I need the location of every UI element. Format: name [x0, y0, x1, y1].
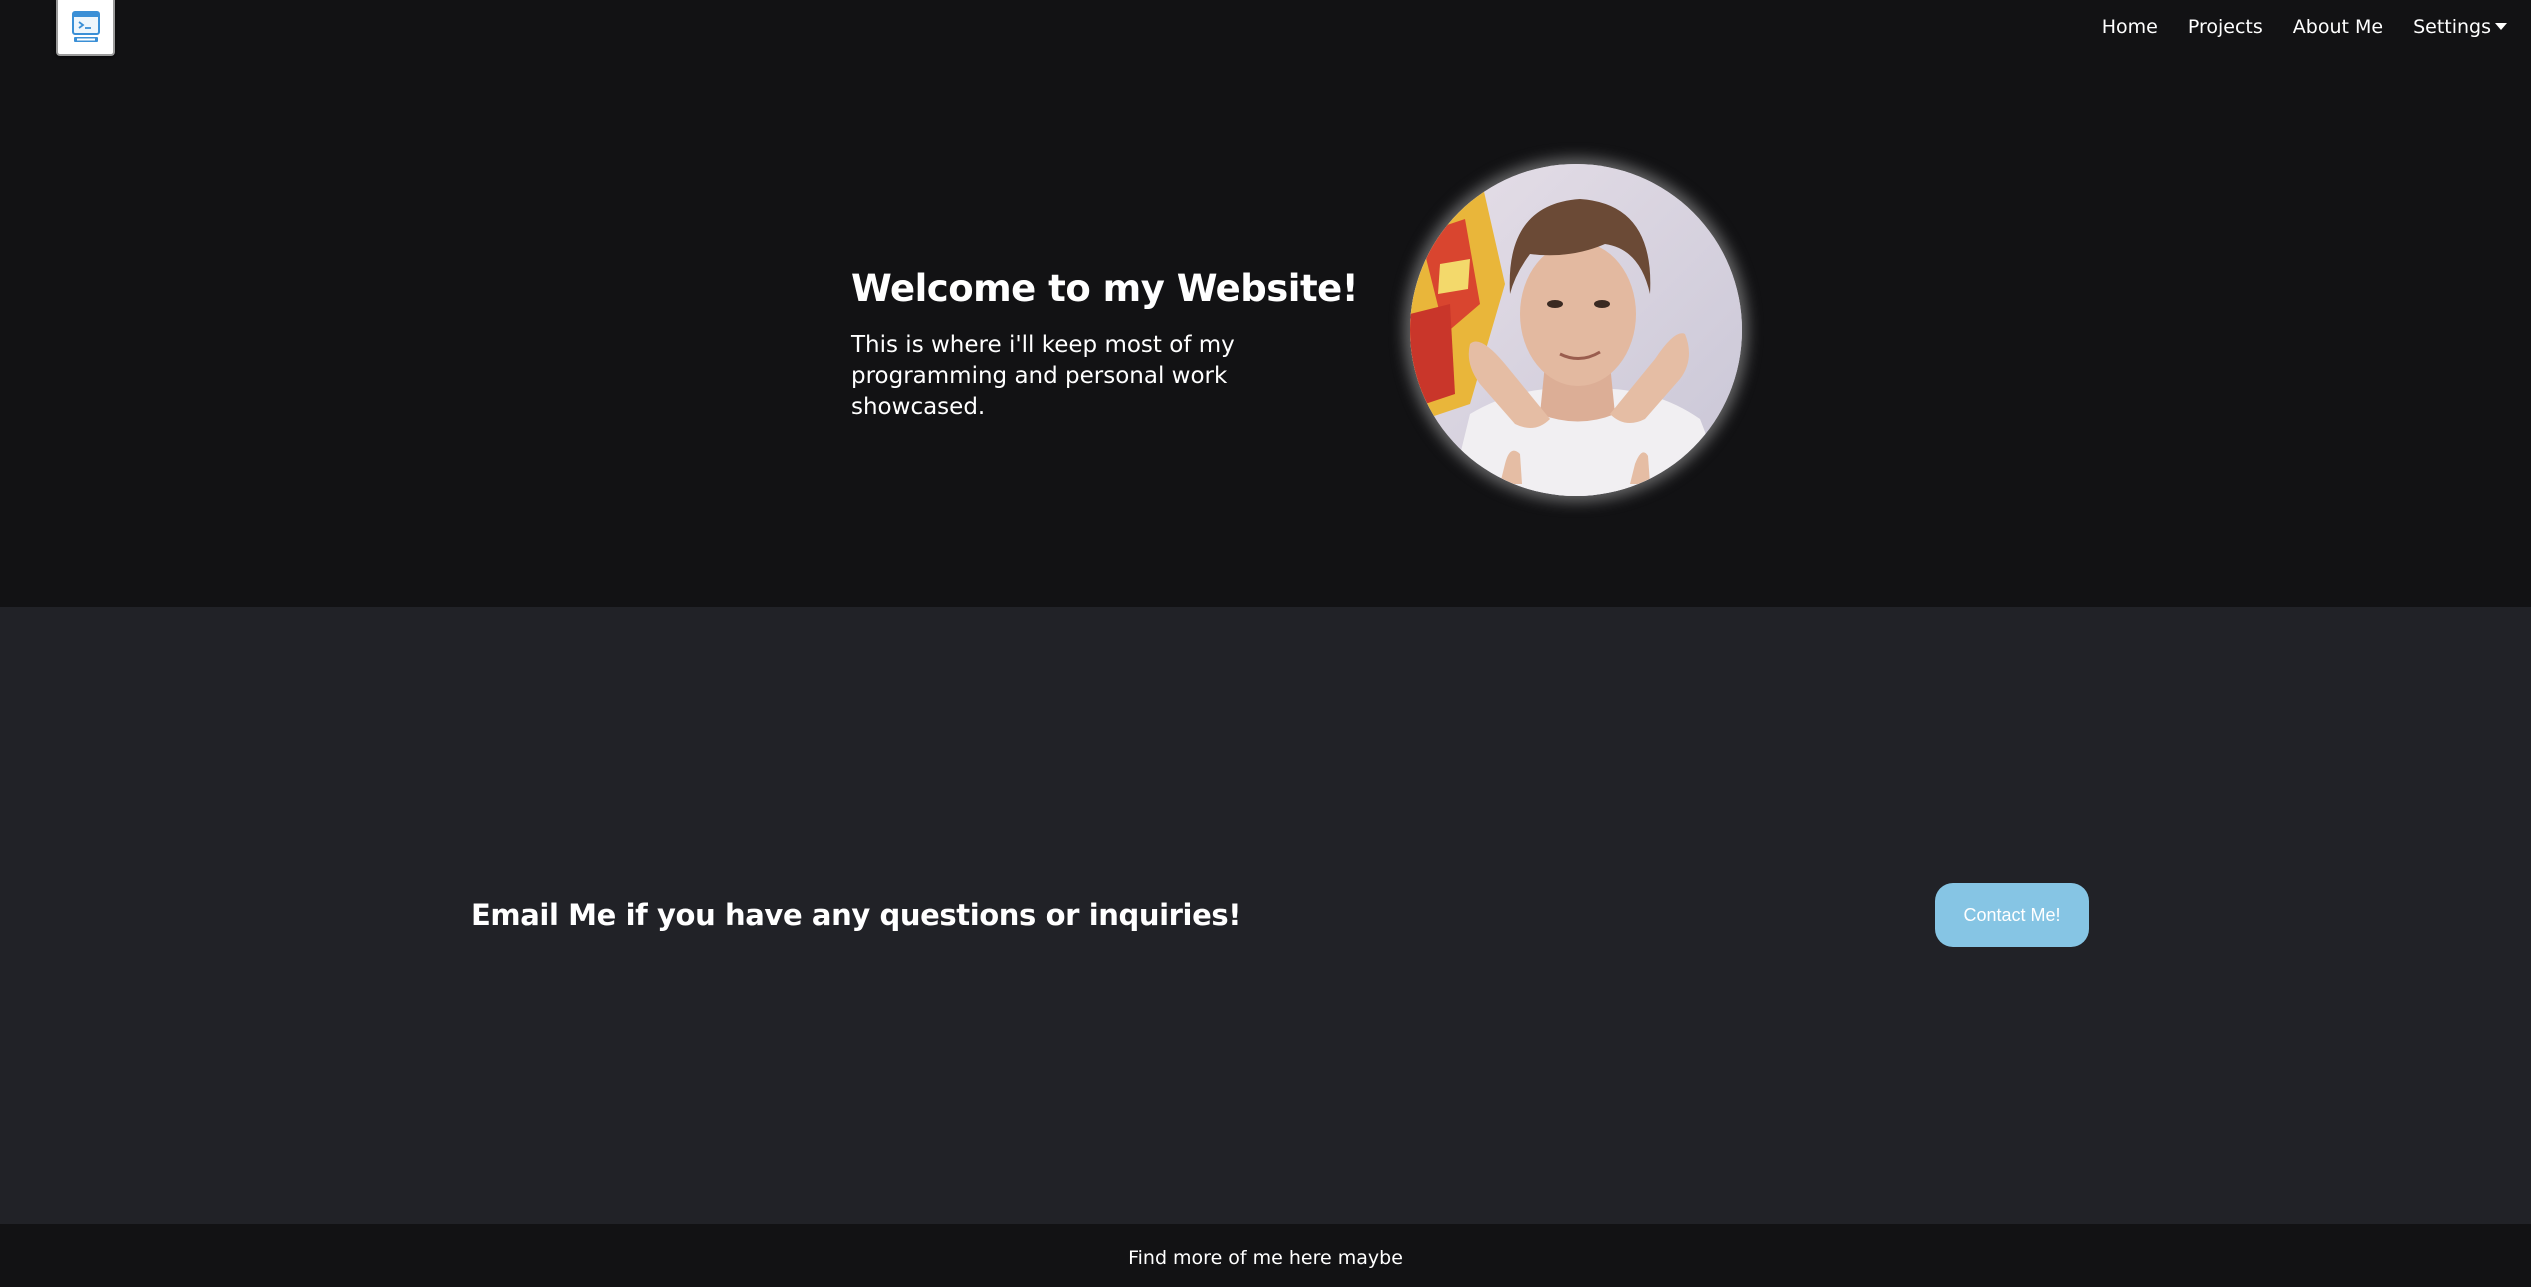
- hero-subtitle: This is where i'll keep most of my progr…: [851, 332, 1235, 420]
- hero-section: Welcome to my Website! This is where i'l…: [0, 60, 2531, 607]
- caret-down-icon: [2495, 23, 2507, 30]
- hero-title: Welcome to my Website!: [851, 267, 1359, 310]
- nav-settings-label: Settings: [2413, 16, 2491, 38]
- contact-heading: Email Me if you have any questions or in…: [471, 898, 1242, 932]
- nav-home[interactable]: Home: [2087, 12, 2173, 42]
- contact-section: Email Me if you have any questions or in…: [0, 607, 2531, 1224]
- site-footer: Find more of me here maybe: [0, 1224, 2531, 1287]
- nav-projects[interactable]: Projects: [2173, 12, 2278, 42]
- terminal-window-icon: [71, 11, 100, 42]
- profile-photo-image: [1410, 164, 1742, 496]
- hero-text-block: Welcome to my Website! This is where i'l…: [851, 266, 1371, 423]
- profile-photo: [1410, 164, 1742, 496]
- nav-about-me[interactable]: About Me: [2278, 12, 2398, 42]
- site-header: Home Projects About Me Settings: [0, 0, 2531, 60]
- contact-me-button[interactable]: Contact Me!: [1935, 883, 2089, 947]
- logo-link[interactable]: [56, 0, 115, 56]
- nav-settings-dropdown[interactable]: Settings: [2398, 12, 2507, 42]
- footer-link[interactable]: Find more of me here maybe: [1128, 1247, 1403, 1269]
- main-nav: Home Projects About Me Settings: [2087, 12, 2507, 42]
